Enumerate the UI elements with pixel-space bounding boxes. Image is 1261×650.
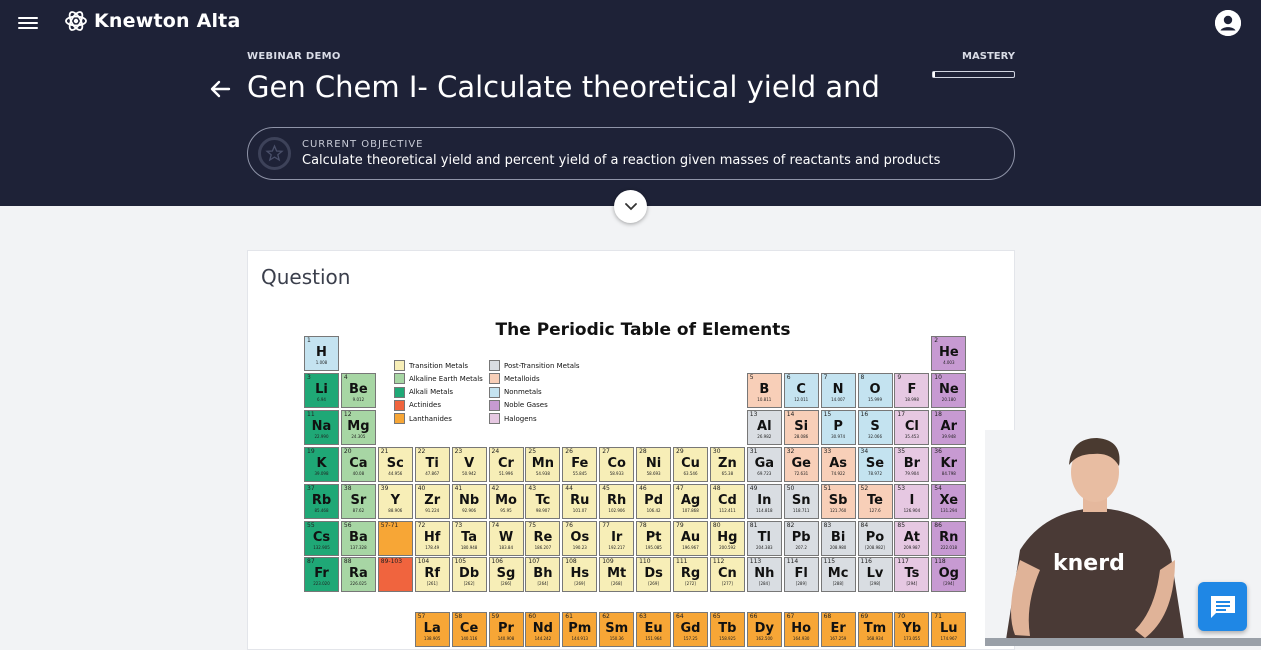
objective-text: Calculate theoretical yield and percent … [302, 153, 941, 168]
chevron-down-icon[interactable] [614, 190, 647, 223]
app-name: Knewton Alta [94, 10, 241, 32]
account-icon[interactable] [1215, 10, 1241, 36]
mastery-label: MASTERY [962, 51, 1015, 62]
shirt-text: knerd [1053, 551, 1125, 576]
chat-icon[interactable] [1198, 582, 1247, 631]
mastery-progress-bar [932, 71, 1015, 78]
objective-label: CURRENT OBJECTIVE [302, 139, 424, 150]
top-banner: Knewton Alta WEBINAR DEMO MASTERY Gen Ch… [0, 0, 1261, 206]
star-icon [258, 137, 291, 170]
question-card: Question [247, 250, 1015, 650]
page-title: Gen Chem I- Calculate theoretical yield … [247, 70, 887, 104]
menu-icon[interactable] [18, 14, 38, 30]
periodic-table-title: The Periodic Table of Elements [495, 320, 791, 340]
arrow-left-icon[interactable] [209, 78, 231, 100]
question-heading: Question [261, 265, 351, 289]
current-objective: CURRENT OBJECTIVE Calculate theoretical … [247, 127, 1015, 180]
logo[interactable]: Knewton Alta [64, 8, 241, 34]
course-kicker: WEBINAR DEMO [247, 51, 341, 62]
atom-logo-icon [65, 11, 87, 31]
